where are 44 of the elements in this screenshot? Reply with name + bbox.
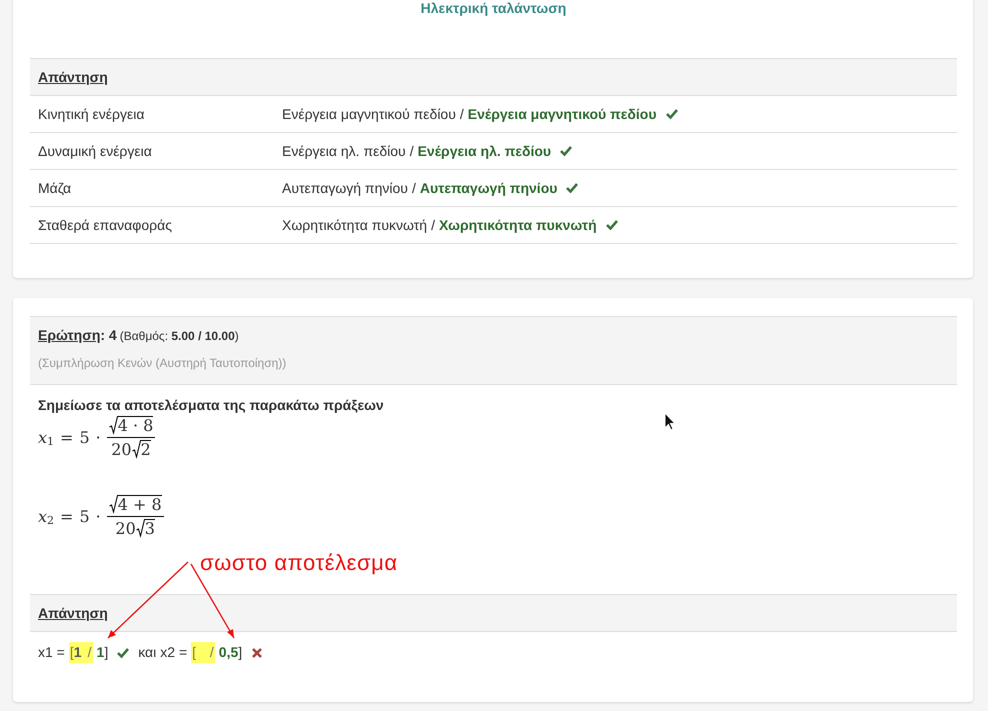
- given-answer: [ /: [191, 642, 215, 663]
- section-title: Ηλεκτρική ταλάντωση: [420, 0, 566, 16]
- radicand-text: 2: [140, 440, 151, 459]
- given-answer: Αυτεπαγωγή πηνίου: [282, 178, 408, 198]
- radical-sign-icon: [108, 495, 118, 514]
- table-cell-text: Σταθερά επαναφοράς: [38, 216, 173, 235]
- radicand-text: 4 + 8: [118, 495, 162, 514]
- given-answer: Ενέργεια ηλ. πεδίου: [282, 142, 406, 161]
- question-type: (Συμπλήρωση Κενών (Αυστηρή Ταυτοποίηση)): [38, 356, 286, 370]
- table-cell-text: Κινητική ενέργεια: [38, 104, 146, 124]
- formula-text: x$_{2}$ = 5 ·: [38, 506, 101, 528]
- question-prompt: Σημείωσε τα αποτελέσματα της παρακάτω πράξεων: [38, 397, 384, 413]
- separator-text: /: [412, 178, 416, 198]
- correct-answer: 0,5]: [218, 643, 242, 662]
- joiner-text: και: [138, 643, 156, 662]
- question-heading: Ερώτηση: 4: [38, 326, 117, 345]
- radical-sign-icon: [136, 519, 145, 538]
- given-answer: Χωρητικότητα πυκνωτή: [282, 216, 428, 235]
- radical-sign-icon: [132, 440, 141, 459]
- cursor-icon: [664, 412, 676, 431]
- answer-label: x1 =: [38, 643, 65, 662]
- grade-text: (Βαθμός: 5.00 / 10.00): [120, 328, 239, 345]
- formula-text: 20: [111, 441, 132, 459]
- table-cell-text: Δυναμική ενέργεια: [38, 142, 153, 161]
- correct-answer: Αυτεπαγωγή πηνίου: [420, 178, 558, 198]
- formula-text: x$_{1}$ = 5 ·: [38, 426, 101, 450]
- answer-heading: Απάντηση: [38, 68, 108, 87]
- formula-text: 20: [115, 520, 136, 538]
- correct-answer: Χωρητικότητα πυκνωτή: [438, 216, 597, 235]
- answer-heading: Απάντηση: [38, 604, 108, 623]
- radical-sign-icon: [108, 416, 118, 435]
- table-cell-text: Μάζα: [38, 178, 72, 198]
- radicand-text: 4 · 8: [118, 416, 154, 435]
- radicand-text: 3: [144, 519, 155, 538]
- separator-text: /: [460, 104, 464, 124]
- correct-answer: Ενέργεια ηλ. πεδίου: [418, 142, 552, 161]
- given-answer: [1 /: [68, 642, 93, 663]
- annotation-text: σωστο αποτέλεσμα: [200, 549, 398, 577]
- separator-text: /: [410, 142, 414, 160]
- separator-text: /: [431, 216, 435, 234]
- correct-answer: 1]: [96, 643, 108, 662]
- correct-answer: Ενέργεια μαγνητικού πεδίου: [468, 104, 656, 124]
- answer-label: x2 =: [160, 643, 188, 662]
- given-answer: Ενέργεια μαγνητικού πεδίου: [282, 104, 456, 124]
